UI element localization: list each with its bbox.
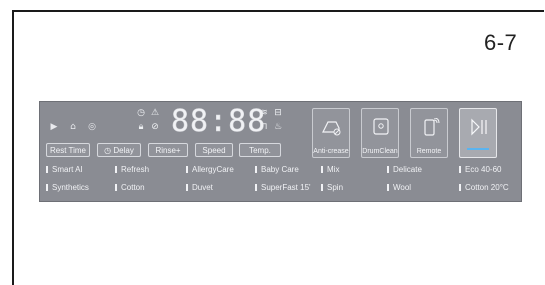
tray-icon: ⊟: [274, 108, 282, 118]
program-eco-40-60: Eco 40-60: [459, 165, 501, 175]
program-baby-care: Baby Care: [255, 165, 299, 175]
anti-crease-icon: [322, 121, 341, 136]
clock-icon: ◷: [137, 108, 145, 118]
wifi-icon: ≋: [260, 108, 268, 118]
program-duvet: Duvet: [186, 183, 213, 193]
delay-label: Delay: [113, 146, 134, 155]
right-status-icons: ≋ ⊟ ⊓ ♨: [257, 106, 287, 136]
lock-icon: 🔒︎: [138, 122, 144, 132]
play-pause-icon: [471, 118, 487, 136]
program-delicate: Delicate: [387, 165, 422, 175]
delay-button[interactable]: ◷ Delay: [97, 143, 141, 157]
anti-crease-button[interactable]: Anti-crease: [312, 108, 350, 158]
warning-icon: ⚠: [150, 108, 160, 118]
program-synthetics: Synthetics: [46, 183, 89, 193]
speed-button[interactable]: Speed: [195, 143, 233, 157]
child-lock-icon: ⊓: [260, 122, 268, 132]
rinse-plus-button[interactable]: Rinse+: [148, 143, 188, 157]
left-status-icons: ◷ ⚠ 🔒︎ ⊘: [134, 106, 164, 136]
program-allergy-care: AllergyCare: [186, 165, 234, 175]
program-superfast-15: SuperFast 15': [255, 183, 311, 193]
seven-segment-display: 88:88: [171, 104, 267, 139]
program-cotton-20: Cotton 20°C: [459, 183, 509, 193]
program-refresh: Refresh: [115, 165, 149, 175]
program-mix: Mix: [321, 165, 339, 175]
temp-button[interactable]: Temp.: [239, 143, 281, 157]
remote-label: Remote: [416, 148, 442, 155]
drum-clean-label: DrumClean: [362, 148, 398, 155]
program-cotton: Cotton: [115, 183, 145, 193]
drum-icon: ◎: [88, 122, 96, 132]
drum-clean-icon: [373, 118, 389, 135]
program-smart-ai: Smart AI: [46, 165, 83, 175]
top-icons: ▶︎ ⌂ ◎: [48, 122, 98, 132]
program-spin: Spin: [321, 183, 343, 193]
remote-icon: [424, 118, 440, 136]
control-panel: ▶︎ ⌂ ◎ ◷ ⚠ 🔒︎ ⊘ 88:88 ≋ ⊟ ⊓ ♨ Rest Time ◷ De…: [39, 101, 522, 202]
start-indicator-bar: [467, 148, 489, 150]
page-number: 6-7: [484, 30, 518, 55]
rinse-icon: ♨: [273, 122, 283, 132]
anti-crease-label: Anti-crease: [313, 148, 349, 155]
delay-icon: ◷: [104, 146, 112, 155]
play-step-icon: ▶︎: [50, 122, 58, 132]
drum-clean-button[interactable]: DrumClean: [361, 108, 399, 158]
timer-icon: ⊘: [151, 122, 159, 132]
rest-time-button[interactable]: Rest Time: [46, 143, 90, 157]
start-pause-button[interactable]: [459, 108, 497, 158]
program-wool: Wool: [387, 183, 411, 193]
remote-button[interactable]: Remote: [410, 108, 448, 158]
shirt-icon: ⌂: [70, 122, 76, 132]
